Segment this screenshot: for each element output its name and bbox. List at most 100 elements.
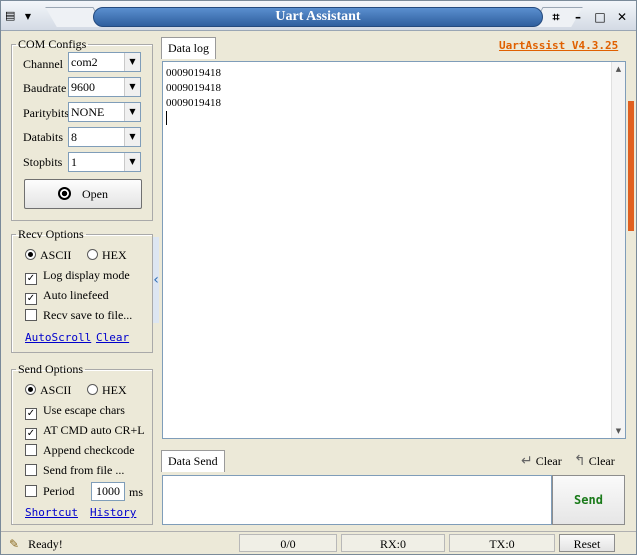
baudrate-select[interactable]: 9600 ▼: [68, 77, 141, 97]
recv-ascii-label: ASCII: [40, 248, 72, 262]
at-cmd-label: AT CMD auto CR+L: [43, 423, 145, 437]
period-unit: ms: [129, 485, 144, 499]
status-bar: ✎ Ready! 0/0 RX:0 TX:0 Reset: [1, 531, 636, 554]
app-window: ▤ ▼ Uart Assistant ⌗ – □ ✕ COM Configs C…: [0, 0, 637, 555]
channel-select[interactable]: com2 ▼: [68, 52, 141, 72]
recv-hex-radio[interactable]: HEX: [87, 245, 127, 265]
send-clear-button[interactable]: ↵ Clear: [521, 453, 562, 469]
log-line: 0009019418: [166, 67, 221, 79]
paritybits-value: NONE: [71, 105, 105, 119]
open-button-label: Open: [82, 187, 108, 201]
chevron-down-icon: ▼: [24, 12, 32, 21]
auto-linefeed-label: Auto linefeed: [43, 288, 109, 302]
stopbits-select[interactable]: 1 ▼: [68, 152, 141, 172]
log-display-mode-label: Log display mode: [43, 268, 130, 282]
status-ready: ✎ Ready!: [9, 535, 63, 553]
checkmark-icon: ✓: [25, 428, 37, 440]
status-ready-label: Ready!: [28, 537, 63, 551]
scroll-up-icon[interactable]: ▲: [612, 62, 625, 76]
log-clear-button[interactable]: ↰ Clear: [574, 453, 615, 469]
chevron-left-icon: ‹: [153, 272, 159, 288]
send-hex-label: HEX: [102, 383, 127, 397]
databits-select[interactable]: 8 ▼: [68, 127, 141, 147]
send-input[interactable]: [162, 475, 552, 525]
connection-icon: ✎: [9, 537, 20, 551]
send-button[interactable]: Send: [552, 475, 625, 525]
send-ascii-label: ASCII: [40, 383, 72, 397]
radio-selected-icon: [25, 249, 36, 260]
com-configs-title: COM Configs: [18, 37, 87, 51]
chevron-down-icon[interactable]: ▼: [124, 78, 140, 96]
checkbox-icon: [25, 444, 37, 456]
use-escape-chars-checkbox[interactable]: ✓ Use escape chars: [25, 400, 125, 420]
recv-save-to-file-checkbox[interactable]: Recv save to file...: [25, 305, 132, 325]
paritybits-select[interactable]: NONE ▼: [68, 102, 141, 122]
use-escape-chars-label: Use escape chars: [43, 403, 125, 417]
log-line: 0009019418: [166, 97, 221, 109]
radio-icon: [87, 249, 98, 260]
history-link[interactable]: History: [90, 506, 136, 519]
send-options-title: Send Options: [18, 362, 84, 376]
minimize-icon[interactable]: –: [569, 8, 587, 26]
send-clear-label: Clear: [535, 454, 562, 468]
at-cmd-checkbox[interactable]: ✓ AT CMD auto CR+L: [25, 420, 145, 440]
send-hex-radio[interactable]: HEX: [87, 380, 127, 400]
chevron-down-icon[interactable]: ▼: [124, 53, 140, 71]
autoscroll-link[interactable]: AutoScroll: [25, 331, 91, 344]
arrow-down-left-icon: ↵: [521, 453, 533, 469]
baudrate-value: 9600: [71, 80, 95, 94]
status-rx: RX:0: [341, 534, 445, 552]
recv-hex-label: HEX: [102, 248, 127, 262]
open-button[interactable]: Open: [24, 179, 142, 209]
period-checkbox[interactable]: Period: [25, 481, 74, 501]
title-bar: ▤ ▼ Uart Assistant ⌗ – □ ✕: [1, 1, 636, 31]
scroll-down-icon[interactable]: ▼: [612, 424, 625, 438]
recv-options-title: Recv Options: [18, 227, 84, 241]
log-display-mode-checkbox[interactable]: ✓ Log display mode: [25, 265, 130, 285]
tab-data-send[interactable]: Data Send: [161, 450, 225, 472]
recv-clear-link[interactable]: Clear: [96, 331, 129, 344]
checkmark-icon: ✓: [25, 273, 37, 285]
period-input[interactable]: 1000: [91, 482, 125, 501]
checkbox-icon: [25, 464, 37, 476]
data-log-area[interactable]: 0009019418 0009019418 0009019418 ▲ ▼: [162, 61, 626, 439]
app-icon: ▤: [5, 9, 16, 22]
tab-data-log[interactable]: Data log: [161, 37, 216, 59]
close-icon[interactable]: ✕: [613, 8, 631, 26]
panel-collapse-handle[interactable]: ‹: [153, 237, 159, 323]
window-controls: ⌗ – □ ✕: [547, 8, 631, 26]
append-checkcode-label: Append checkcode: [43, 443, 135, 457]
chevron-down-icon[interactable]: ▼: [124, 128, 140, 146]
pin-icon[interactable]: ⌗: [547, 8, 565, 26]
append-checkcode-checkbox[interactable]: Append checkcode: [25, 440, 135, 460]
reset-button[interactable]: Reset: [559, 534, 615, 552]
send-from-file-checkbox[interactable]: Send from file ...: [25, 460, 124, 480]
power-icon: [58, 187, 71, 200]
status-tx: TX:0: [449, 534, 555, 552]
send-ascii-radio[interactable]: ASCII: [25, 380, 71, 400]
checkbox-icon: [25, 485, 37, 497]
checkmark-icon: ✓: [25, 408, 37, 420]
log-clear-label: Clear: [588, 454, 615, 468]
status-counter: 0/0: [239, 534, 337, 552]
radio-selected-icon: [25, 384, 36, 395]
stopbits-value: 1: [71, 155, 77, 169]
maximize-icon[interactable]: □: [591, 8, 609, 26]
arrow-up-left-icon: ↰: [574, 453, 586, 469]
channel-label: Channel: [23, 57, 63, 71]
databits-label: Databits: [23, 130, 63, 144]
shortcut-link[interactable]: Shortcut: [25, 506, 78, 519]
stopbits-label: Stopbits: [23, 155, 63, 169]
recv-save-to-file-label: Recv save to file...: [43, 308, 133, 322]
channel-value: com2: [71, 55, 98, 69]
text-cursor: [166, 111, 167, 125]
auto-linefeed-checkbox[interactable]: ✓ Auto linefeed: [25, 285, 109, 305]
chevron-down-icon[interactable]: ▼: [124, 153, 140, 171]
vertical-scrollbar[interactable]: ▲ ▼: [611, 62, 625, 438]
system-menu[interactable]: ▤ ▼: [5, 7, 45, 25]
period-label: Period: [43, 484, 75, 498]
version-link[interactable]: UartAssist V4.3.25: [499, 39, 618, 52]
chevron-down-icon[interactable]: ▼: [124, 103, 140, 121]
paritybits-label: Paritybits: [23, 106, 70, 120]
recv-ascii-radio[interactable]: ASCII: [25, 245, 71, 265]
